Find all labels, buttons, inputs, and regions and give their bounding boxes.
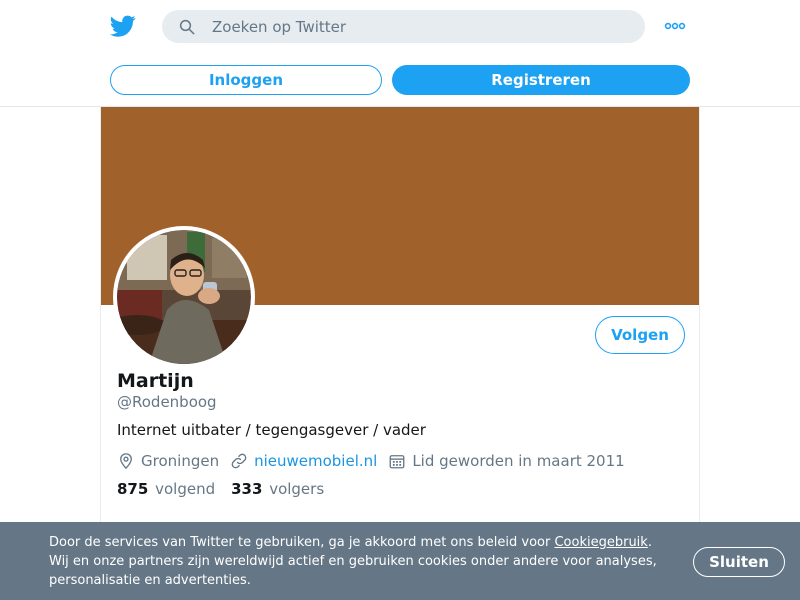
cookie-banner: Door de services van Twitter te gebruike… — [0, 522, 800, 600]
following-count: 875 — [117, 480, 149, 498]
calendar-icon — [389, 455, 405, 469]
top-bar: Inloggen Registreren — [0, 0, 800, 107]
location-pin-icon — [120, 453, 132, 470]
cookie-text-before: Door de services van Twitter te gebruike… — [49, 535, 555, 550]
avatar[interactable] — [113, 226, 255, 368]
location-text: Groningen — [141, 452, 220, 470]
profile-stats: 875 volgend 333 volgers — [117, 480, 340, 498]
profile-name: Martijn — [117, 370, 194, 392]
close-button[interactable]: Sluiten — [693, 547, 785, 577]
profile-handle: @Rodenboog — [117, 393, 217, 411]
followers-label: volgers — [269, 480, 325, 498]
cookie-policy-link[interactable]: Cookiegebruik — [554, 535, 647, 550]
followers-stat[interactable]: 333 volgers — [231, 480, 324, 498]
profile-bio: Internet uitbater / tegengasgever / vade… — [117, 421, 426, 439]
twitter-bird-icon[interactable] — [110, 13, 136, 39]
search-box[interactable] — [162, 10, 645, 43]
followers-count: 333 — [231, 480, 263, 498]
link-icon — [231, 453, 247, 469]
joined-text: Lid geworden in maart 2011 — [412, 452, 625, 470]
more-dots-icon[interactable] — [664, 18, 686, 34]
joined-date: Lid geworden in maart 2011 — [388, 452, 625, 470]
login-button[interactable]: Inloggen — [110, 65, 382, 95]
location: Groningen — [117, 452, 219, 470]
profile-meta: Groningen nieuwemobiel.nl Lid geworden i… — [117, 450, 636, 472]
following-label: volgend — [155, 480, 216, 498]
cookie-text: Door de services van Twitter te gebruike… — [49, 533, 669, 590]
follow-button[interactable]: Volgen — [595, 316, 685, 354]
search-input[interactable] — [212, 10, 632, 43]
following-stat[interactable]: 875 volgend — [117, 480, 215, 498]
website-link[interactable]: nieuwemobiel.nl — [254, 452, 377, 470]
website: nieuwemobiel.nl — [230, 452, 377, 470]
register-button[interactable]: Registreren — [392, 65, 690, 95]
avatar-photo — [117, 230, 251, 364]
search-icon — [179, 19, 195, 35]
